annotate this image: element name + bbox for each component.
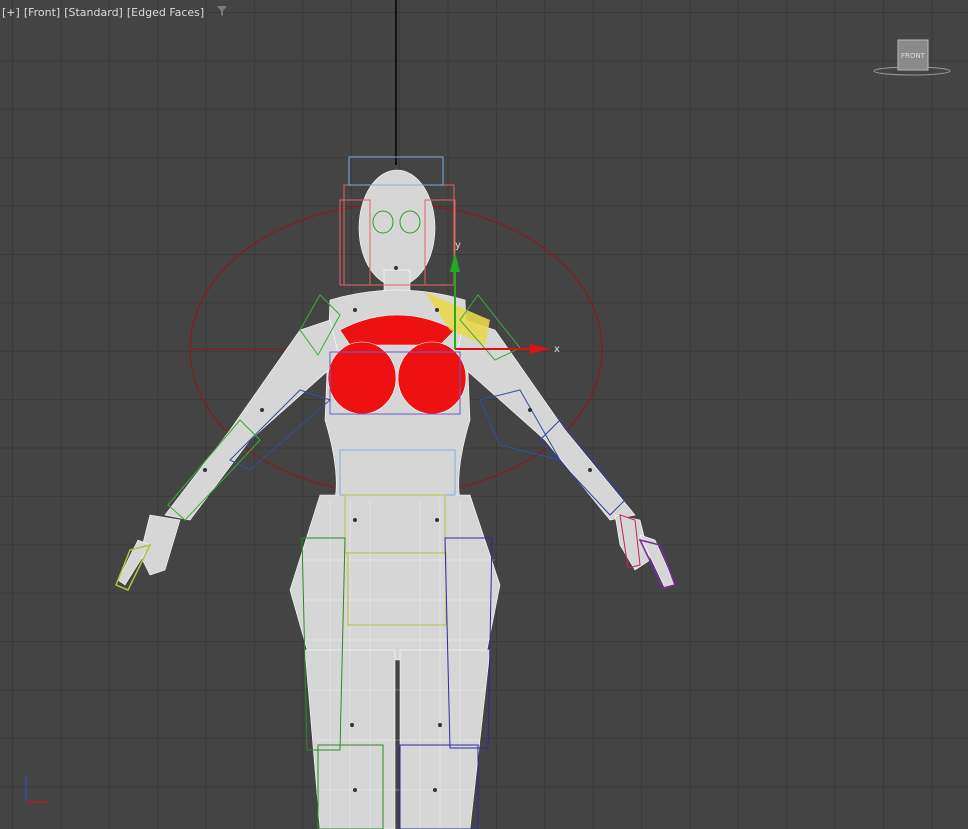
gizmo-y-label: y (455, 240, 461, 251)
3d-scene[interactable]: x y (0, 0, 968, 829)
gizmo-y-arrow (450, 252, 460, 272)
axis-tripod (25, 776, 48, 803)
gizmo-x-arrow (530, 344, 550, 354)
viewcube-face-label: FRONT (901, 52, 926, 60)
gizmo-x-label: x (554, 344, 560, 355)
front-viewport[interactable]: [+] [Front] [Standard] [Edged Faces] x y… (0, 0, 968, 829)
viewcube[interactable]: FRONT (872, 38, 952, 78)
